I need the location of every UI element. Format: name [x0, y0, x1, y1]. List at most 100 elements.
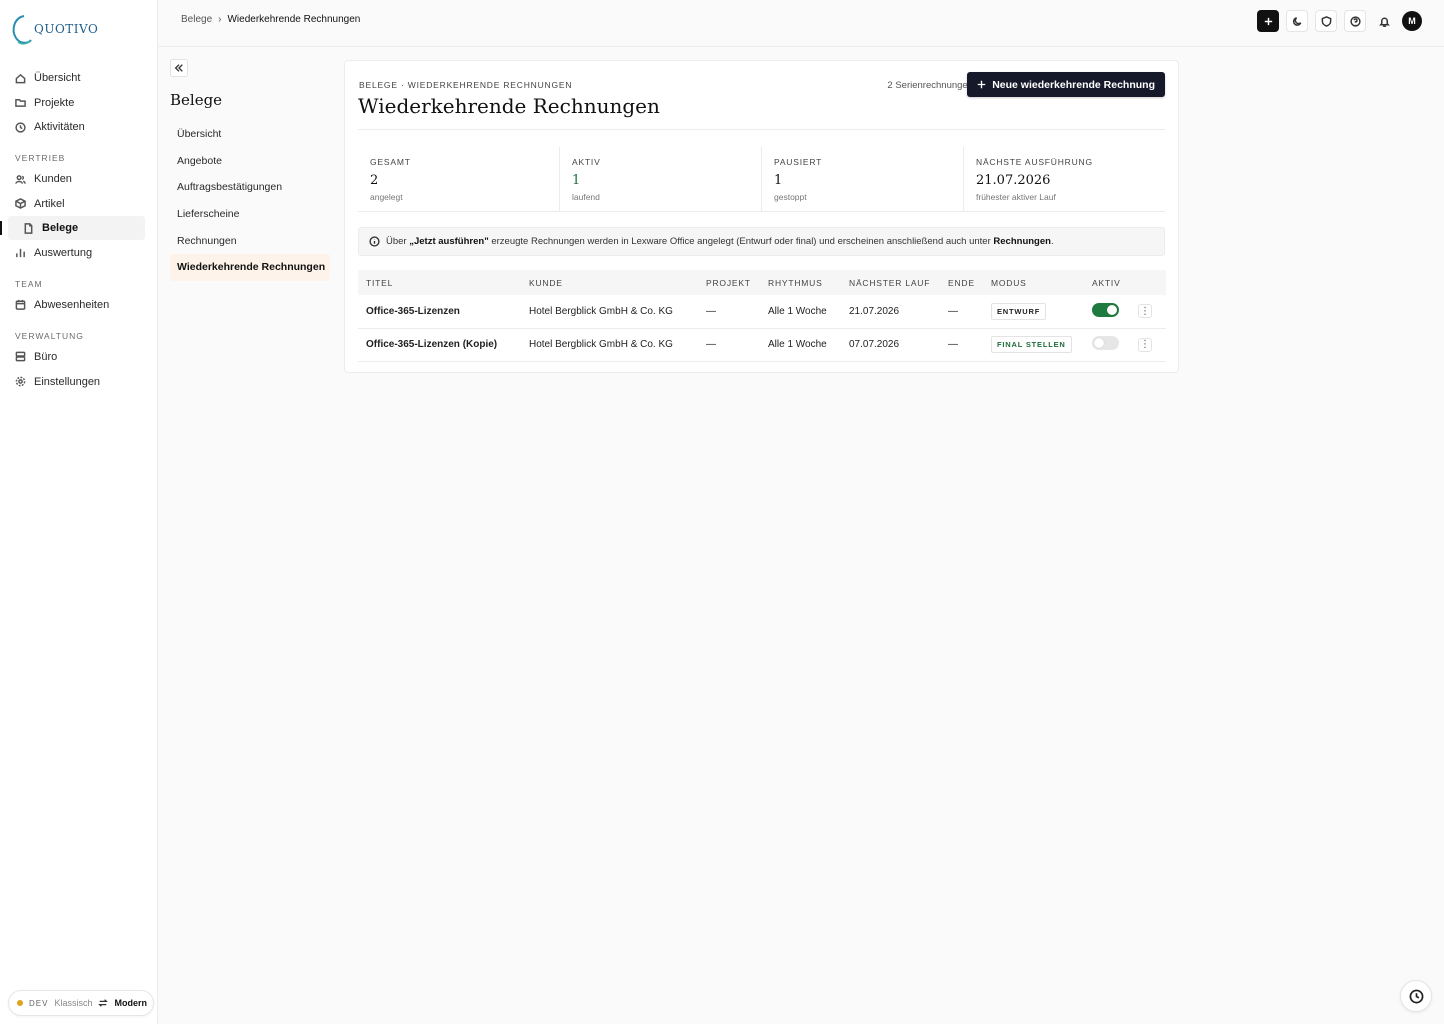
subnav-item-uebersicht[interactable]: Übersicht [170, 121, 330, 148]
divider [358, 129, 1165, 130]
quick-add-button[interactable] [1257, 10, 1279, 32]
row-next-run: 07.07.2026 [849, 339, 900, 350]
main-sidebar: QUOTIVO Übersicht Projekte Aktivitäten V… [0, 0, 158, 1024]
sidebar-item-belege[interactable]: Belege [0, 216, 145, 241]
recurring-invoices-card: BELEGE · WIEDERKEHRENDE RECHNUNGEN Wiede… [344, 60, 1179, 373]
breadcrumb-current: Wiederkehrende Rechnungen [227, 14, 361, 25]
sidebar-section-vertrieb: VERTRIEB [15, 153, 66, 164]
active-toggle[interactable] [1092, 336, 1119, 350]
sidebar-section-verwaltung: VERWALTUNG [15, 330, 84, 341]
col-kunde[interactable]: KUNDE [521, 270, 698, 295]
row-menu-button[interactable]: ⋮ [1138, 337, 1152, 352]
theme-toggle-button[interactable] [1286, 10, 1308, 32]
info-banner: Über „Jetzt ausführen" erzeugte Rechnung… [358, 227, 1165, 256]
sidebar-nav: Übersicht Projekte Aktivitäten VERTRIEB … [0, 66, 158, 394]
active-toggle[interactable] [1092, 302, 1119, 317]
table-row[interactable]: Office-365-Lizenzen (Kopie) Hotel Bergbl… [358, 328, 1166, 361]
moon-icon [1292, 16, 1301, 26]
document-icon [24, 223, 33, 234]
stat-label: PAUSIERT [774, 157, 823, 167]
sidebar-item-auswertung[interactable]: Auswertung [0, 241, 158, 265]
table-row[interactable]: Office-365-Lizenzen Hotel Bergblick GmbH… [358, 295, 1166, 328]
info-link-rechnungen[interactable]: Rechnungen [993, 236, 1051, 247]
page-title: Wiederkehrende Rechnungen [358, 94, 660, 118]
stat-label: GESAMT [370, 157, 411, 167]
col-titel[interactable]: TITEL [358, 270, 521, 295]
col-ende[interactable]: ENDE [940, 270, 983, 295]
time-tracking-button[interactable] [1400, 980, 1432, 1012]
stat-sub: frühester aktiver Lauf [976, 192, 1056, 202]
row-menu-cell: ⋮ [1130, 295, 1166, 328]
clock-icon [15, 122, 26, 133]
collapse-subnav-button[interactable] [170, 59, 188, 77]
subnav-item-angebote[interactable]: Angebote [170, 148, 330, 175]
col-rhythmus[interactable]: RHYTHMUS [760, 270, 841, 295]
row-active-cell [1084, 328, 1130, 361]
sidebar-item-buero[interactable]: Büro [0, 345, 158, 369]
stats-row: GESAMT 2 angelegt AKTIV 1 laufend PAUSIE… [358, 147, 1165, 212]
info-bold: „Jetzt ausführen" [409, 236, 489, 247]
folder-icon [15, 99, 26, 107]
mode-badge: FINAL STELLEN [991, 336, 1072, 353]
row-active-cell [1084, 295, 1130, 328]
sidebar-item-einstellungen[interactable]: Einstellungen [0, 370, 158, 394]
notifications-button[interactable] [1373, 10, 1395, 32]
new-recurring-invoice-button[interactable]: Neue wiederkehrende Rechnung [967, 72, 1165, 97]
subnav-item-auftragsbestaetigungen[interactable]: Auftragsbestätigungen [170, 174, 330, 201]
row-title[interactable]: Office-365-Lizenzen [358, 295, 521, 328]
bell-icon [1378, 17, 1390, 27]
row-end: — [948, 339, 958, 350]
sidebar-item-aktivitaeten[interactable]: Aktivitäten [0, 115, 158, 139]
stat-aktiv: AKTIV 1 laufend [560, 147, 762, 211]
stat-value: 2 [370, 173, 379, 188]
sidebar-item-label: Einstellungen [34, 375, 101, 388]
box-icon [15, 198, 26, 210]
plus-icon [1264, 17, 1272, 25]
subnav-list: Übersicht Angebote Auftragsbestätigungen… [170, 121, 330, 281]
help-button[interactable] [1344, 10, 1366, 32]
stat-label: AKTIV [572, 157, 601, 167]
col-modus[interactable]: MODUS [983, 270, 1084, 295]
breadcrumb-separator: › [218, 14, 222, 25]
security-button[interactable] [1315, 10, 1337, 32]
sidebar-item-label: Kunden [34, 173, 72, 186]
row-customer: Hotel Bergblick GmbH & Co. KG [529, 339, 673, 350]
users-icon [15, 174, 26, 184]
breadcrumb-parent[interactable]: Belege [181, 14, 212, 25]
col-naechster-lauf[interactable]: NÄCHSTER LAUF [841, 270, 940, 295]
toggle-knob [1094, 338, 1104, 348]
layout-modern-option[interactable]: Modern [114, 998, 147, 1008]
breadcrumb: Belege › Wiederkehrende Rechnungen [181, 14, 360, 25]
sidebar-item-projekte[interactable]: Projekte [0, 91, 158, 115]
row-menu-button[interactable]: ⋮ [1138, 304, 1152, 319]
sidebar-item-uebersicht[interactable]: Übersicht [0, 66, 158, 90]
col-projekt[interactable]: PROJEKT [698, 270, 760, 295]
layout-switch[interactable]: DEV Klassisch Modern [8, 990, 154, 1016]
sidebar-item-label: Belege [42, 222, 79, 235]
sidebar-item-label: Übersicht [34, 72, 81, 84]
col-aktiv[interactable]: AKTIV [1084, 270, 1130, 295]
subnav-item-lieferscheine[interactable]: Lieferscheine [170, 201, 330, 228]
logo[interactable]: QUOTIVO [10, 12, 98, 46]
avatar[interactable]: M [1402, 11, 1422, 31]
row-menu-cell: ⋮ [1130, 328, 1166, 361]
subnav-item-wiederkehrende-rechnungen[interactable]: Wiederkehrende Rechnungen [170, 253, 330, 281]
subnav-item-rechnungen[interactable]: Rechnungen [170, 227, 330, 254]
info-mid: erzeugte Rechnungen werden in Lexware Of… [491, 236, 991, 247]
layout-classic-option[interactable]: Klassisch [54, 998, 92, 1008]
sidebar-item-label: Projekte [34, 96, 75, 109]
top-actions: M [1257, 10, 1422, 32]
topbar: Belege › Wiederkehrende Rechnungen M [158, 0, 1444, 47]
sidebar-item-abwesenheiten[interactable]: Abwesenheiten [0, 293, 158, 317]
gear-icon [15, 376, 26, 387]
col-actions [1130, 270, 1166, 295]
stat-gesamt: GESAMT 2 angelegt [358, 147, 560, 211]
stat-value: 1 [774, 173, 783, 188]
table-header-row: TITEL KUNDE PROJEKT RHYTHMUS NÄCHSTER LA… [358, 270, 1166, 295]
sidebar-item-artikel[interactable]: Artikel [0, 192, 158, 216]
row-title[interactable]: Office-365-Lizenzen (Kopie) [358, 328, 521, 361]
stat-label: NÄCHSTE AUSFÜHRUNG [976, 157, 1093, 167]
swap-icon [98, 999, 109, 1007]
row-rhythm: Alle 1 Woche [768, 305, 827, 317]
sidebar-item-kunden[interactable]: Kunden [0, 167, 158, 191]
